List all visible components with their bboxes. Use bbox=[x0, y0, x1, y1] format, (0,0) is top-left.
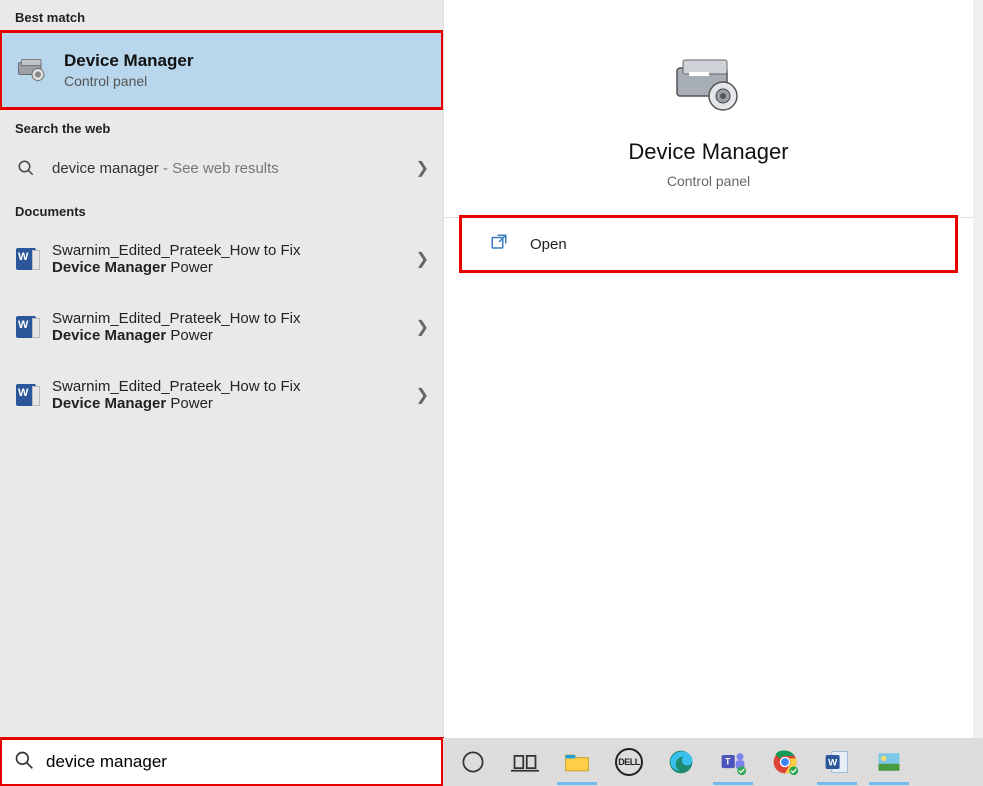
search-icon bbox=[14, 159, 38, 177]
preview-subtitle: Control panel bbox=[444, 173, 973, 189]
open-icon bbox=[490, 233, 512, 256]
search-box[interactable] bbox=[0, 738, 443, 786]
section-header-search-web: Search the web bbox=[0, 111, 443, 142]
section-header-best-match: Best match bbox=[0, 0, 443, 31]
preview-title: Device Manager bbox=[444, 139, 973, 165]
taskbar-chrome[interactable] bbox=[761, 739, 809, 785]
document-bold: Device Manager bbox=[52, 259, 166, 276]
word-doc-icon bbox=[14, 248, 38, 270]
open-label: Open bbox=[530, 236, 567, 253]
taskbar-teams[interactable]: T bbox=[709, 739, 757, 785]
device-manager-icon bbox=[14, 52, 50, 88]
taskbar-edge[interactable] bbox=[657, 739, 705, 785]
document-rest: Power bbox=[166, 327, 213, 344]
scrollbar[interactable] bbox=[973, 0, 983, 738]
web-search-suffix: - See web results bbox=[159, 160, 279, 177]
document-bold: Device Manager bbox=[52, 327, 166, 344]
taskbar-file-explorer[interactable] bbox=[553, 739, 601, 785]
open-action[interactable]: Open bbox=[462, 218, 955, 270]
taskbar-taskview[interactable] bbox=[501, 739, 549, 785]
document-result[interactable]: Swarnim_Edited_Prateek_How to Fix Device… bbox=[0, 361, 443, 429]
best-match-result[interactable]: Device Manager Control panel bbox=[0, 31, 443, 109]
search-icon bbox=[14, 750, 34, 775]
document-text: Swarnim_Edited_Prateek_How to Fix Device… bbox=[52, 310, 300, 344]
taskbar-word[interactable]: W bbox=[813, 739, 861, 785]
taskbar: DELL T W bbox=[443, 738, 983, 786]
search-results-panel: Best match Device Manager Control panel … bbox=[0, 0, 443, 738]
web-search-query: device manager bbox=[52, 160, 159, 177]
document-line1: Swarnim_Edited_Prateek_How to Fix bbox=[52, 310, 300, 327]
best-match-title: Device Manager bbox=[64, 51, 193, 71]
chevron-right-icon[interactable]: ❯ bbox=[416, 317, 429, 337]
taskbar-snip[interactable] bbox=[865, 739, 913, 785]
chevron-right-icon[interactable]: ❯ bbox=[416, 249, 429, 269]
chevron-right-icon[interactable]: ❯ bbox=[416, 385, 429, 405]
svg-text:T: T bbox=[725, 757, 731, 767]
chevron-right-icon[interactable]: ❯ bbox=[416, 158, 429, 178]
word-doc-icon bbox=[14, 384, 38, 406]
search-input[interactable] bbox=[46, 738, 429, 786]
preview-icon bbox=[444, 50, 973, 119]
word-doc-icon bbox=[14, 316, 38, 338]
document-result[interactable]: Swarnim_Edited_Prateek_How to Fix Device… bbox=[0, 225, 443, 293]
section-header-documents: Documents bbox=[0, 194, 443, 225]
taskbar-dell[interactable]: DELL bbox=[605, 739, 653, 785]
document-text: Swarnim_Edited_Prateek_How to Fix Device… bbox=[52, 378, 300, 412]
document-line1: Swarnim_Edited_Prateek_How to Fix bbox=[52, 378, 300, 395]
web-search-text: device manager - See web results bbox=[52, 160, 279, 177]
document-line1: Swarnim_Edited_Prateek_How to Fix bbox=[52, 242, 300, 259]
preview-panel: Device Manager Control panel Open bbox=[443, 0, 973, 738]
best-match-text: Device Manager Control panel bbox=[64, 51, 193, 89]
document-result[interactable]: Swarnim_Edited_Prateek_How to Fix Device… bbox=[0, 293, 443, 361]
document-text: Swarnim_Edited_Prateek_How to Fix Device… bbox=[52, 242, 300, 276]
taskbar-cortana[interactable] bbox=[449, 739, 497, 785]
document-rest: Power bbox=[166, 259, 213, 276]
best-match-subtitle: Control panel bbox=[64, 73, 193, 89]
document-rest: Power bbox=[166, 395, 213, 412]
web-search-result[interactable]: device manager - See web results ❯ bbox=[0, 142, 443, 194]
dell-icon: DELL bbox=[615, 748, 643, 776]
document-bold: Device Manager bbox=[52, 395, 166, 412]
svg-text:W: W bbox=[828, 758, 838, 769]
